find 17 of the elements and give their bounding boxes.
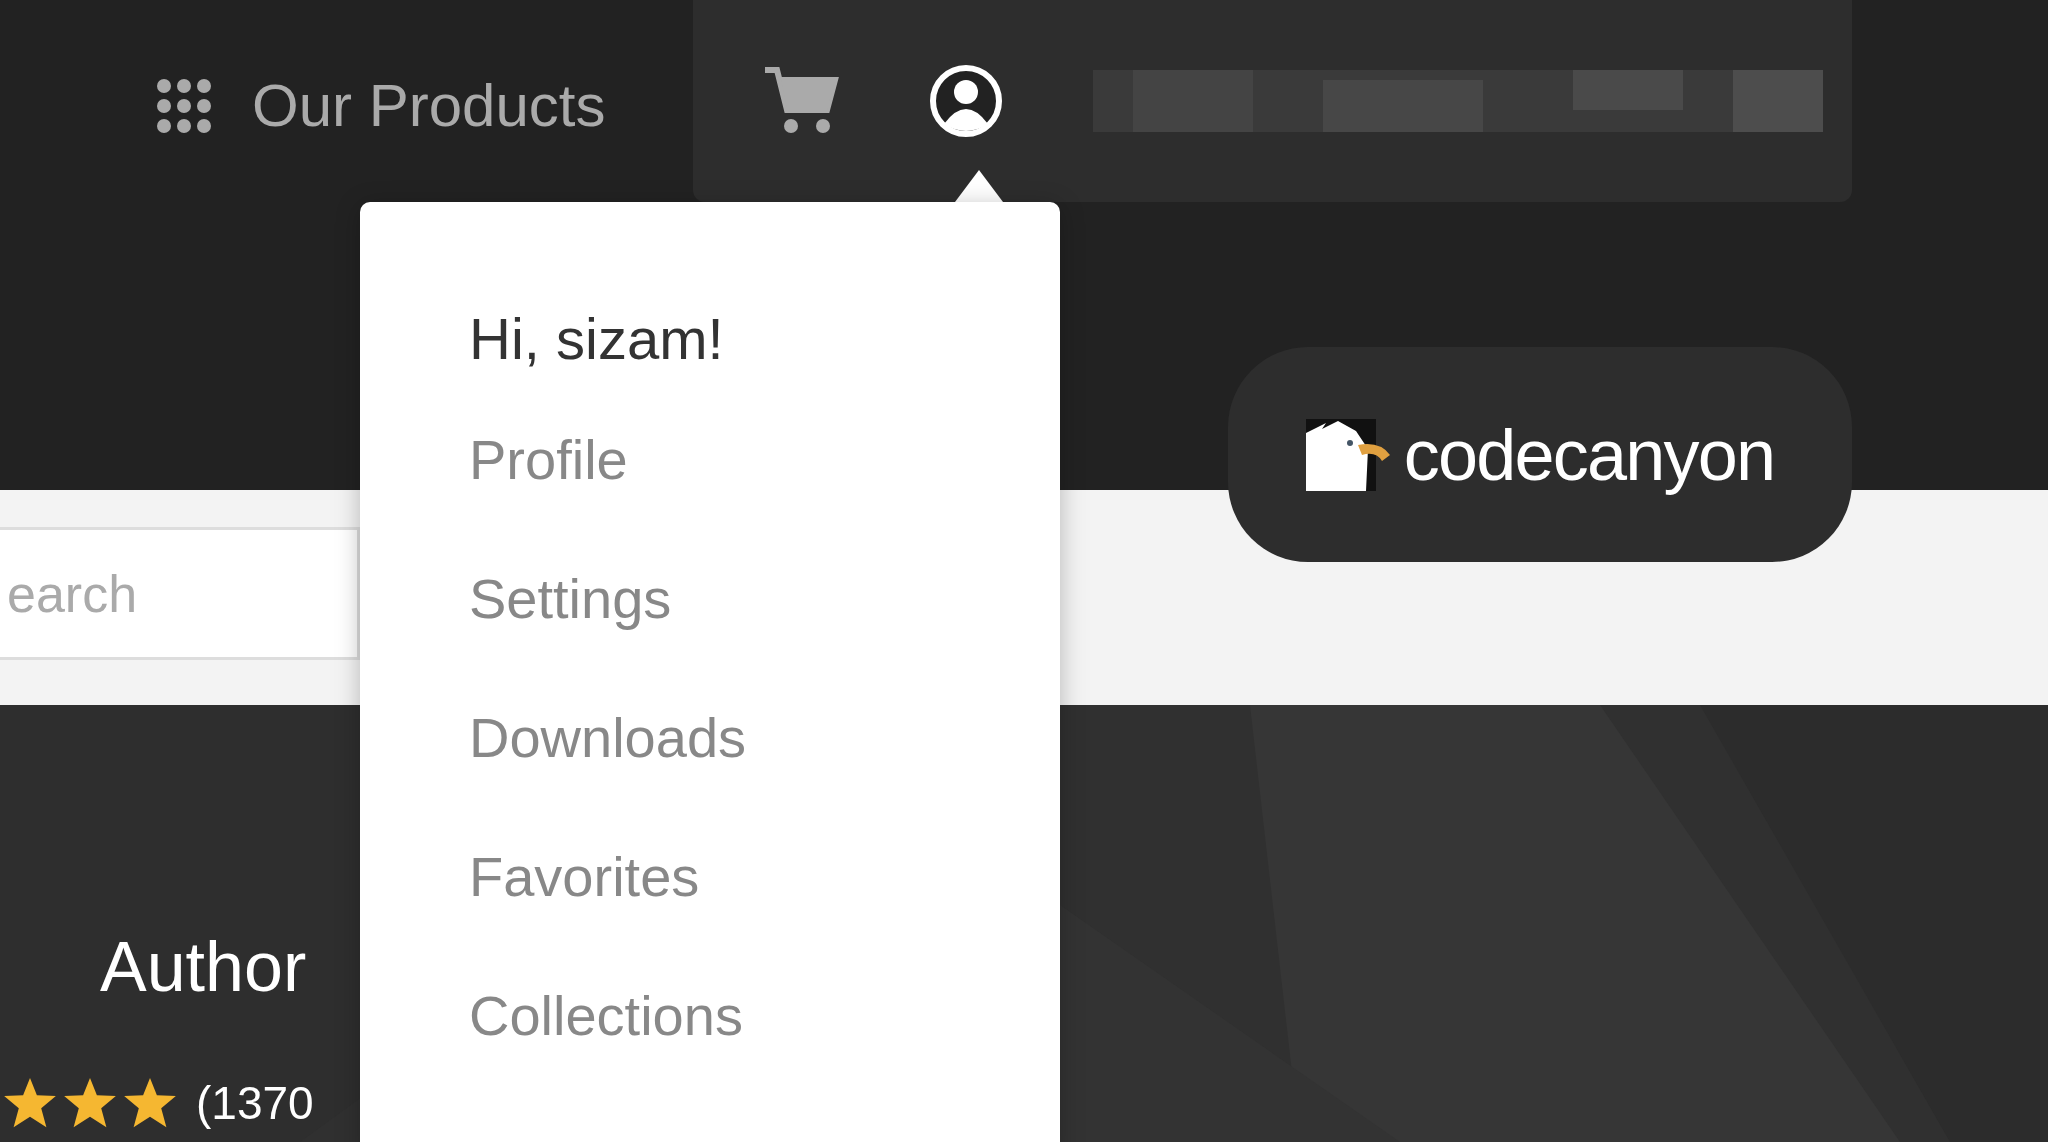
section-heading: Author	[100, 932, 307, 1002]
star-icon	[64, 1078, 116, 1128]
menu-item[interactable]: Settings	[469, 553, 1060, 692]
menu-item[interactable]: Downloads	[469, 692, 1060, 831]
search-field[interactable]: earch	[0, 527, 360, 660]
star-icon	[4, 1078, 56, 1128]
cart-icon[interactable]	[763, 66, 839, 136]
logo-badge[interactable]: codecanyon	[1228, 347, 1852, 562]
grid-icon[interactable]	[156, 78, 212, 134]
star-icon	[124, 1078, 176, 1128]
menu-item[interactable]: Profile	[469, 414, 1060, 553]
user-avatar-icon[interactable]	[929, 64, 1003, 138]
greeting-text: Hi, sizam!	[469, 310, 725, 373]
our-products-link[interactable]: Our Products	[252, 76, 606, 136]
menu-item[interactable]: Favorites	[469, 831, 1060, 970]
eagle-logo-icon	[1305, 418, 1390, 491]
menu-item[interactable]: Collections	[469, 970, 1060, 1109]
